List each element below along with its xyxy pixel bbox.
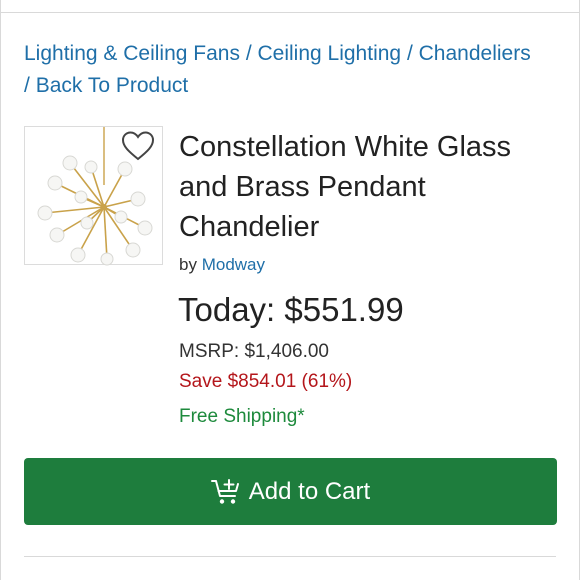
breadcrumb: Lighting & Ceiling Fans / Ceiling Lighti… (24, 38, 564, 102)
breadcrumb-separator: / (24, 74, 30, 97)
add-to-cart-button[interactable]: Add to Cart (24, 458, 557, 525)
breadcrumb-link-chandeliers[interactable]: Chandeliers (419, 42, 531, 65)
add-to-cart-label: Add to Cart (248, 477, 371, 505)
product-byline: by Modway (179, 254, 265, 276)
bottom-divider (24, 556, 556, 557)
today-price: Today: $551.99 (178, 291, 404, 328)
breadcrumb-link-lighting-ceiling-fans[interactable]: Lighting & Ceiling Fans (24, 42, 240, 65)
msrp-price: MSRP: $1,406.00 (179, 339, 329, 365)
breadcrumb-link-back-to-product[interactable]: Back To Product (36, 74, 189, 97)
free-shipping-text[interactable]: Free Shipping* (179, 404, 305, 430)
brand-link[interactable]: Modway (202, 255, 265, 274)
wishlist-heart-icon[interactable] (120, 130, 156, 162)
breadcrumb-separator: / (406, 42, 413, 65)
product-title: Constellation White Glass and Brass Pend… (179, 131, 512, 243)
by-label: by (179, 255, 197, 274)
page-border-left (0, 0, 1, 580)
msrp-label: MSRP: (179, 341, 240, 362)
breadcrumb-separator: / (245, 42, 252, 65)
top-divider (0, 12, 580, 13)
msrp-value: $1,406.00 (244, 341, 329, 362)
breadcrumb-link-ceiling-lighting[interactable]: Ceiling Lighting (258, 42, 402, 65)
savings-text: Save $854.01 (61%) (179, 371, 353, 392)
add-to-cart-icon (210, 478, 241, 506)
